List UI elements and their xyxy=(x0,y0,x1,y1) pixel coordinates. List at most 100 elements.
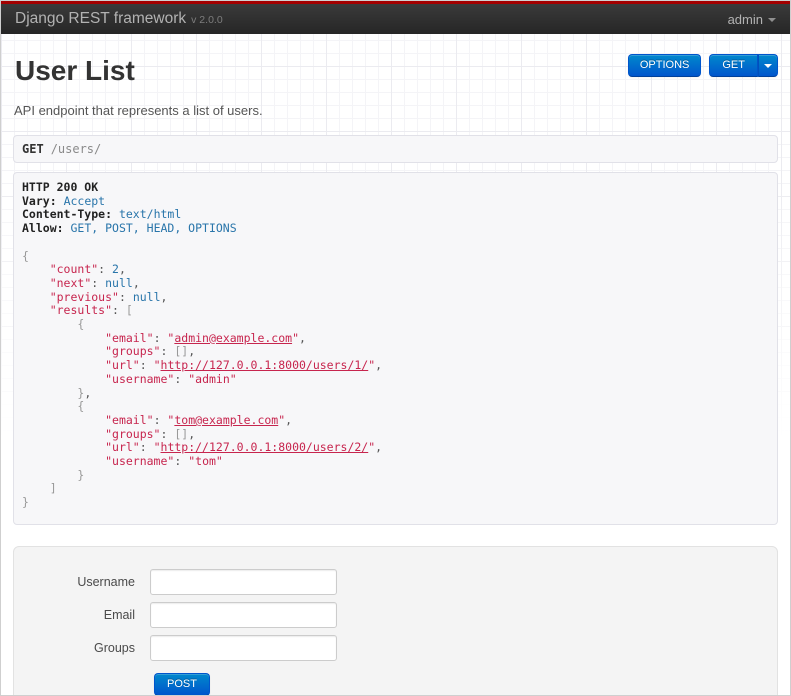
json-token: tom xyxy=(195,454,216,469)
json-token: "url" xyxy=(105,440,140,455)
header-line: Allow: GET, POST, HEAD, OPTIONS xyxy=(22,221,237,236)
code-line: "email": "tom@example.com", xyxy=(22,412,769,428)
json-token: , xyxy=(188,426,196,441)
json-token: , xyxy=(375,358,383,373)
json-token: null xyxy=(105,275,133,290)
json-token: "previous" xyxy=(49,289,119,304)
response-body: HTTP 200 OK Vary: Accept Content-Type: t… xyxy=(13,172,778,525)
json-token: : xyxy=(174,454,189,469)
request-line: GET/users/ xyxy=(13,135,778,163)
code-line: "username": "tom" xyxy=(22,454,769,469)
json-token: : xyxy=(139,358,154,373)
json-token: " xyxy=(292,330,299,345)
user-menu-label: admin xyxy=(727,11,763,27)
json-token: "groups" xyxy=(105,426,161,441)
json-token: admin xyxy=(195,371,230,386)
create-form-panel: Username Email Groups POST xyxy=(13,545,778,695)
json-token: , xyxy=(160,289,168,304)
json-token: " xyxy=(153,358,161,373)
brand-link[interactable]: Django REST framework xyxy=(15,10,186,28)
get-dropdown-toggle[interactable] xyxy=(758,54,778,77)
caret-down-icon xyxy=(764,63,772,68)
code-line: }, xyxy=(22,386,769,401)
json-token: } xyxy=(22,495,29,510)
json-link[interactable]: admin@example.com xyxy=(174,331,292,345)
json-token: "username" xyxy=(105,454,175,469)
groups-label: Groups xyxy=(94,640,135,655)
code-line: "username": "admin" xyxy=(22,371,769,387)
json-token: } xyxy=(77,467,85,482)
form-row-username: Username xyxy=(14,568,777,595)
username-input[interactable] xyxy=(150,568,337,595)
header-line: Vary: Accept xyxy=(22,193,106,208)
code-line: "url": "http://127.0.0.1:8000/users/2/", xyxy=(22,441,769,455)
json-token: : xyxy=(91,275,106,290)
status-line: HTTP 200 OK xyxy=(22,180,99,194)
email-label: Email xyxy=(103,607,135,622)
json-token: { xyxy=(77,399,85,414)
code-line: "next": null, xyxy=(22,275,769,291)
code-line: "count": 2, xyxy=(22,262,769,277)
response-json-body: { "count": 2, "next": null, "previous": … xyxy=(22,248,769,510)
json-token: " xyxy=(153,440,161,455)
form-row-groups: Groups xyxy=(14,634,777,661)
options-button[interactable]: OPTIONS xyxy=(627,54,702,77)
groups-input[interactable] xyxy=(150,634,337,661)
json-link[interactable]: http://127.0.0.1:8000/users/1/ xyxy=(161,358,369,372)
code-line: { xyxy=(22,248,769,264)
page-header: User List OPTIONS GET xyxy=(13,34,778,87)
code-line: "groups": [], xyxy=(22,426,769,442)
json-token: "groups" xyxy=(105,344,161,359)
json-token: : xyxy=(153,330,168,345)
json-token: [ xyxy=(125,303,133,318)
json-token: , xyxy=(188,344,196,359)
header-buttons: OPTIONS GET xyxy=(627,54,778,77)
code-line: "email": "admin@example.com", xyxy=(22,330,769,346)
navbar: Django REST framework v 2.0.0 admin xyxy=(1,1,790,34)
main-content: User List OPTIONS GET API endpoint that … xyxy=(1,34,790,695)
json-token: { xyxy=(22,248,29,263)
json-token: " xyxy=(229,371,237,386)
json-token: null xyxy=(132,289,161,304)
get-button[interactable]: GET xyxy=(709,54,758,77)
code-line: { xyxy=(22,399,769,414)
brand-version: v 2.0.0 xyxy=(191,14,223,26)
code-line: "url": "http://127.0.0.1:8000/users/1/", xyxy=(22,358,769,373)
post-button[interactable]: POST xyxy=(154,672,210,695)
code-line: } xyxy=(22,495,769,510)
json-token: , xyxy=(118,262,126,277)
form-row-email: Email xyxy=(14,601,777,628)
json-token: "email" xyxy=(105,412,154,427)
json-token: , xyxy=(375,440,383,455)
endpoint-description: API endpoint that represents a list of u… xyxy=(14,103,263,118)
json-token: "results" xyxy=(49,303,113,318)
json-token: "count" xyxy=(49,262,99,277)
post-form: Username Email Groups POST xyxy=(14,568,777,695)
email-input[interactable] xyxy=(150,601,337,628)
json-token: "email" xyxy=(105,330,154,345)
json-token: [] xyxy=(174,344,189,359)
json-token: : xyxy=(153,412,168,427)
request-path: /users/ xyxy=(50,142,102,156)
json-token: : xyxy=(160,344,175,359)
user-menu-dropdown[interactable]: admin xyxy=(728,12,776,27)
chevron-down-icon xyxy=(768,18,776,22)
code-line: { xyxy=(22,317,769,332)
json-token: "username" xyxy=(105,371,175,386)
json-token: "url" xyxy=(105,358,140,373)
json-token: [] xyxy=(174,426,189,441)
json-token: { xyxy=(77,317,85,332)
json-token: : xyxy=(160,426,175,441)
json-token: : xyxy=(174,371,189,386)
json-token: : xyxy=(112,303,126,318)
header-line: Content-Type: text/html xyxy=(22,207,182,222)
json-token: ] xyxy=(49,481,57,496)
form-actions: POST xyxy=(154,672,777,695)
code-line: "groups": [], xyxy=(22,345,769,359)
code-line: ] xyxy=(22,482,769,496)
json-link[interactable]: http://127.0.0.1:8000/users/2/ xyxy=(161,440,369,455)
json-token: " xyxy=(215,454,223,469)
json-link[interactable]: tom@example.com xyxy=(174,413,278,427)
get-button-group: GET xyxy=(709,54,778,77)
